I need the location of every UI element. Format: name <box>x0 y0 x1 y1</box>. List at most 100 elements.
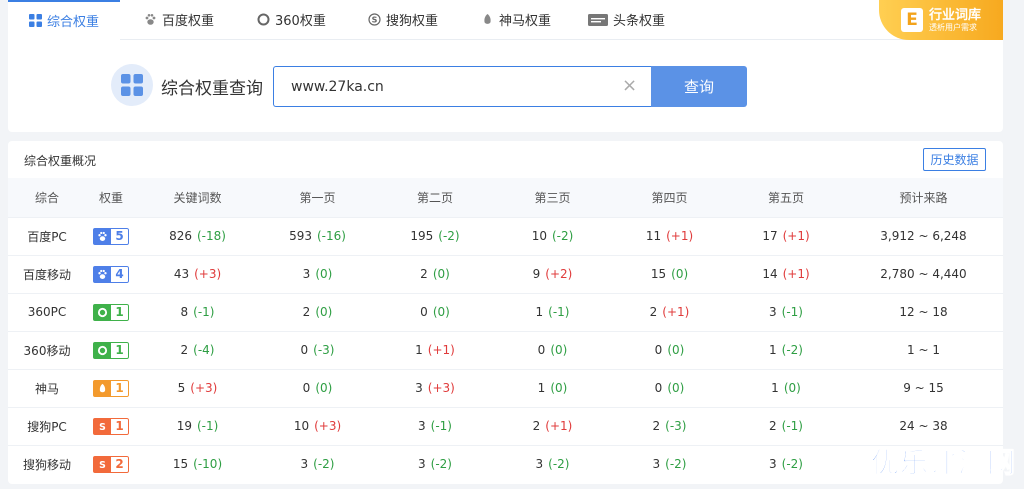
metric-change: (+3) <box>194 267 222 281</box>
metric-cell: 3 (-2) <box>611 444 728 483</box>
metric-change: (-1) <box>430 419 452 433</box>
query-button[interactable]: 查询 <box>651 66 747 107</box>
metric-value: 0 <box>537 343 546 357</box>
weight-badge[interactable]: 1 <box>93 379 129 397</box>
metric-value: 0 <box>654 381 663 395</box>
weight-overview-panel: 综合权重概况 历史数据 综合 权重 关键词数 第一页 第二页 第三页 第四页 第五页 预计来路 … <box>8 141 1003 484</box>
weight-value: 2 <box>111 455 129 473</box>
metric-cell: 0 (0) <box>611 368 728 407</box>
metric-cell: 3 (-2) <box>728 444 844 483</box>
metric-value: 0 <box>300 343 309 357</box>
metric-value: 2 <box>532 419 541 433</box>
grid-icon <box>29 14 42 27</box>
column-header: 关键词数 <box>136 178 259 217</box>
metric-change: (0) <box>315 305 333 319</box>
metric-change: (+1) <box>782 229 810 243</box>
column-header: 第一页 <box>259 178 376 217</box>
weight-cell: S1 <box>86 406 136 445</box>
weight-cell: 1 <box>86 368 136 407</box>
engine-name: 360PC <box>8 292 86 331</box>
metric-cell: 1 (0) <box>728 368 844 407</box>
weight-badge[interactable]: S2 <box>93 455 129 473</box>
weight-badge[interactable]: 1 <box>93 341 129 359</box>
metric-change: (+3) <box>314 419 342 433</box>
weight-badge[interactable]: 5 <box>93 227 129 245</box>
metric-change: (0) <box>315 381 333 395</box>
metric-value: 1 <box>771 381 779 395</box>
metric-cell: 2 (+1) <box>494 406 611 445</box>
metric-value: 3 <box>652 457 661 472</box>
metric-value: 3 <box>418 419 426 433</box>
metric-cell: 8 (-1) <box>136 292 259 331</box>
metric-cell: 2 (-4) <box>136 330 259 369</box>
metric-change: (0) <box>432 305 450 319</box>
metric-cell: 1 (0) <box>494 368 611 407</box>
metric-change: (-2) <box>438 229 460 243</box>
metric-change: (-1) <box>781 419 803 433</box>
360-ring-icon <box>93 341 111 359</box>
tab-label: 头条权重 <box>613 14 666 29</box>
tab-360-weight[interactable]: 360权重 <box>257 0 368 40</box>
tab-label: 综合权重 <box>47 15 100 30</box>
metric-change: (0) <box>671 267 689 281</box>
metric-change: (-2) <box>781 343 803 357</box>
tab-sogou-weight[interactable]: S 搜狗权重 <box>368 0 481 40</box>
metric-cell: 1 (+1) <box>376 330 494 369</box>
weight-cell: 1 <box>86 292 136 331</box>
weight-cell: 1 <box>86 330 136 369</box>
metric-value: 1 <box>537 381 546 395</box>
column-header: 第四页 <box>611 178 728 217</box>
metric-cell: 2 (-1) <box>728 406 844 445</box>
metric-value: 19 <box>176 419 192 433</box>
tab-label: 搜狗权重 <box>386 14 439 29</box>
domain-search-input[interactable] <box>291 78 611 95</box>
metric-cell: 5 (+3) <box>136 368 259 407</box>
metric-change: (+3) <box>190 381 218 395</box>
metric-value: 2 <box>302 305 311 319</box>
tab-label: 百度权重 <box>162 14 215 29</box>
metric-cell: 2 (0) <box>376 254 494 293</box>
metric-value: 3 <box>415 381 423 395</box>
toutiao-icon <box>588 13 608 26</box>
metric-cell: 3 (-2) <box>259 444 376 483</box>
clear-icon[interactable]: × <box>622 76 637 96</box>
metric-change: (0) <box>550 381 568 395</box>
table-row: 百度移动 4 43 (+3) 3 (0) 2 (0) 9 (+2) 15 (0) 14 (+1) 2,780… <box>8 254 1003 293</box>
weight-badge[interactable]: S1 <box>93 417 129 435</box>
metric-cell: 3 (-2) <box>494 444 611 483</box>
360-ring-icon <box>257 13 270 26</box>
metric-change: (0) <box>667 343 685 357</box>
metric-cell: 0 (-3) <box>259 330 376 369</box>
weight-value: 4 <box>111 265 129 283</box>
tab-comprehensive-weight[interactable]: 综合权重 <box>8 0 120 40</box>
metric-change: (-1) <box>781 305 803 319</box>
metric-cell: 10 (-2) <box>494 216 611 255</box>
history-data-button[interactable]: 历史数据 <box>923 148 986 171</box>
metric-value: 43 <box>173 267 190 281</box>
metric-value: 17 <box>762 229 778 243</box>
metric-change: (-1) <box>548 305 570 319</box>
weight-value: 1 <box>111 303 129 321</box>
industry-lexicon-banner[interactable]: E 行业词库 透析用户需求 <box>879 0 1003 40</box>
tab-toutiao-weight[interactable]: 头条权重 <box>588 0 688 40</box>
metric-change: (+1) <box>662 305 690 319</box>
metric-change: (+1) <box>782 267 810 281</box>
metric-cell: 15 (-10) <box>136 444 259 483</box>
sogou-s-icon: S <box>368 13 381 26</box>
tab-shenma-weight[interactable]: 神马权重 <box>481 0 588 40</box>
metric-cell: 3 (-1) <box>728 292 844 331</box>
table-header-row: 综合 权重 关键词数 第一页 第二页 第三页 第四页 第五页 预计来路 <box>8 178 1003 217</box>
weight-badge[interactable]: 4 <box>93 265 129 283</box>
watermark: 优乐评测网 <box>870 446 1016 480</box>
metric-value: 14 <box>762 267 778 281</box>
metric-cell: 0 (0) <box>259 368 376 407</box>
weight-badge[interactable]: 1 <box>93 303 129 321</box>
metric-change: (-2) <box>551 229 574 243</box>
engine-name: 搜狗移动 <box>8 444 86 483</box>
tab-baidu-weight[interactable]: 百度权重 <box>120 0 257 40</box>
engine-name: 360移动 <box>8 330 86 369</box>
metric-change: (+1) <box>545 419 573 433</box>
metric-value: 2 <box>649 305 658 319</box>
estimated-traffic: 9 ~ 15 <box>844 368 1003 407</box>
svg-text:S: S <box>99 421 106 431</box>
